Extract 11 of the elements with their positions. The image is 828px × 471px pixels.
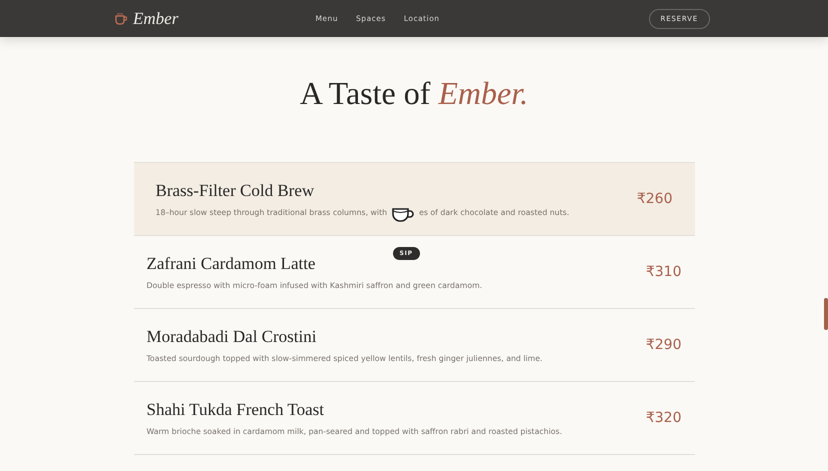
item-price: ₹320 xyxy=(646,410,682,426)
coffee-cup-icon xyxy=(115,12,127,25)
item-name: Moradabadi Dal Crostini xyxy=(146,326,318,346)
item-name: Shahi Tukda French Toast xyxy=(146,400,325,420)
page-heading: A Taste of Ember. xyxy=(298,75,530,112)
item-price: ₹310 xyxy=(646,264,682,280)
cup-cursor-icon xyxy=(391,206,416,224)
item-price: ₹260 xyxy=(636,191,672,207)
item-name: Brass-Filter Cold Brew xyxy=(156,180,316,200)
brand-name[interactable]: Ember xyxy=(133,8,178,28)
item-price: ₹290 xyxy=(646,337,682,353)
